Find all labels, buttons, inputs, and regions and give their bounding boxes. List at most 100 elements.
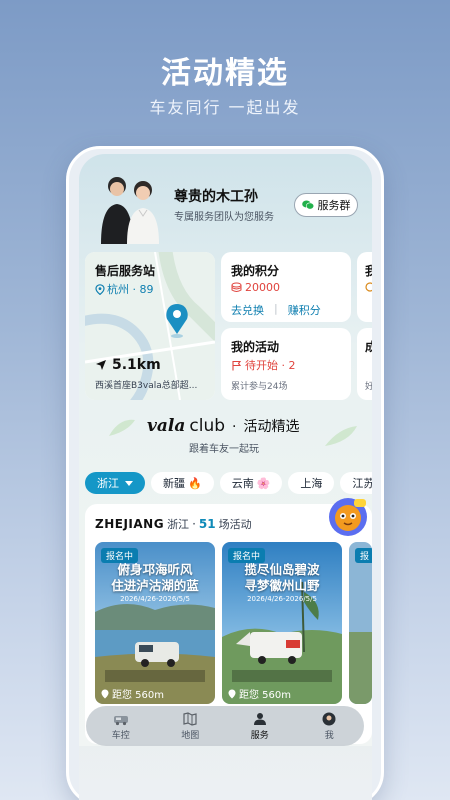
side-card-bottom-sub: 好 — [365, 382, 372, 392]
region-tab-yunnan[interactable]: 云南 🌸 — [219, 472, 283, 494]
region-chinese: 浙江 — [167, 518, 190, 531]
status-badge: 报名中 — [228, 548, 266, 563]
nav-label: 地图 — [181, 730, 200, 741]
mascot-floating-button[interactable] — [328, 497, 368, 537]
activity-unit: 场活动 — [218, 518, 252, 531]
club-subtitle: 跟着车友一起玩 — [189, 444, 259, 455]
region-tab-label: 新疆 — [163, 477, 185, 490]
earn-points-link[interactable]: 赚积分 — [288, 302, 321, 318]
activity-title-line: 住进泸沽湖的蓝 — [111, 578, 199, 593]
nav-tab-profile[interactable]: 我 — [299, 712, 359, 741]
region-tabs-viewport: 浙江 新疆 🔥 云南 🌸 上海 江苏 — [85, 472, 372, 498]
region-tab-xinjiang[interactable]: 新疆 🔥 — [151, 472, 214, 494]
activity-distance-text: 距您 560m — [239, 690, 292, 701]
nav-label: 车控 — [111, 730, 130, 741]
user-subtitle: 专属服务团队为您服务 — [174, 212, 274, 223]
activity-distance-text: 距您 560m — [112, 690, 165, 701]
bottom-fade — [79, 746, 372, 800]
service-station-card[interactable]: 售后服务站 杭州 · 89 5.1km 西溪首座B3vala总部超... — [85, 252, 215, 400]
user-name: 尊贵的木工孙 — [174, 189, 258, 205]
fire-icon: 🔥 — [188, 476, 202, 490]
club-banner: vala club · 活动精选 跟着车友一起玩 — [79, 410, 372, 460]
nav-label: 服务 — [250, 730, 269, 741]
station-address: 西溪首座B3vala总部超... — [95, 381, 198, 391]
location-pin-icon — [228, 689, 236, 698]
activities-status: 待开始 · 2 — [231, 357, 296, 373]
activity-title-line: 揽尽仙岛碧波 — [244, 562, 320, 577]
activity-title-line: 寻梦徽州山野 — [244, 578, 320, 593]
station-distance: 5.1km — [95, 357, 161, 373]
points-links: 去兑换 | 赚积分 — [231, 302, 321, 318]
club-section: 活动精选 — [243, 419, 300, 435]
club-title: vala club · 活动精选 — [147, 416, 299, 436]
region-tabs: 浙江 新疆 🔥 云南 🌸 上海 江苏 — [85, 472, 372, 494]
nav-tab-service[interactable]: 服务 — [230, 712, 290, 741]
profile-icon — [322, 712, 336, 725]
side-card-bottom-label: 成 — [365, 340, 372, 354]
region-tab-label: 上海 — [300, 477, 323, 490]
activities-title: 我的活动 — [231, 340, 280, 354]
service-group-button[interactable]: 服务群 — [294, 193, 358, 217]
flower-icon: 🌸 — [256, 476, 271, 490]
station-city: 杭州 · 89 — [95, 281, 154, 297]
points-title: 我的积分 — [231, 264, 280, 278]
activity-card[interactable]: 报名中 俯身邛海听风 住进泸沽湖的蓝 2026/4/26-2026/5/5 距您… — [95, 542, 215, 704]
bottom-navigation: 车控 地图 服务 我 — [86, 706, 364, 746]
header: 尊贵的木工孙 专属服务团队为您服务 服务群 — [79, 154, 372, 249]
region-tab-jiangsu[interactable]: 江苏 — [340, 472, 372, 494]
region-tab-shanghai[interactable]: 上海 — [288, 472, 335, 494]
leaf-decoration-icon — [109, 419, 135, 436]
points-value: 20000 — [231, 281, 280, 294]
service-group-label: 服务群 — [317, 199, 351, 212]
activities-footer: 累计参与24场 — [231, 382, 288, 392]
region-tab-zhejiang[interactable]: 浙江 — [85, 472, 145, 494]
service-team-avatar — [101, 177, 159, 244]
flag-icon — [232, 360, 242, 370]
activity-title-line: 俯身邛海听风 — [117, 562, 193, 577]
hero-title: 活动精选 — [161, 56, 289, 91]
activity-title: 俯身邛海听风 住进泸沽湖的蓝 — [95, 562, 215, 594]
location-pin-icon — [101, 689, 109, 698]
status-badge: 报 — [355, 548, 372, 563]
club-separator: · — [232, 419, 237, 435]
points-value-text: 20000 — [245, 281, 280, 294]
links-divider: | — [274, 302, 278, 315]
activities-status-text: 待开始 · 2 — [245, 359, 296, 372]
chevron-down-icon — [125, 480, 133, 486]
side-card-bottom[interactable]: 成 好 — [357, 328, 372, 400]
activity-card[interactable]: 报 — [349, 542, 372, 704]
header-dot: · — [192, 517, 196, 531]
nav-tab-vehicle-control[interactable]: 车控 — [91, 712, 151, 741]
medal-icon — [365, 282, 372, 292]
wechat-icon — [301, 200, 314, 210]
status-badge: 报名中 — [101, 548, 139, 563]
activity-photo-partial — [349, 542, 372, 704]
region-english: ZHEJIANG — [95, 517, 165, 531]
service-icon — [253, 712, 266, 725]
coin-stack-icon — [231, 282, 242, 292]
region-tab-label: 江苏 — [352, 477, 372, 490]
map-icon — [183, 711, 197, 726]
exchange-points-link[interactable]: 去兑换 — [231, 302, 264, 318]
side-card-top[interactable]: 我 — [357, 252, 372, 322]
club-brand: vala — [147, 416, 186, 436]
activity-date: 2026/4/26-2026/5/5 — [120, 595, 190, 603]
nav-tab-map[interactable]: 地图 — [160, 711, 220, 741]
club-word: club — [189, 416, 226, 436]
my-points-card[interactable]: 我的积分 20000 去兑换 | 赚积分 — [221, 252, 351, 322]
region-tab-label: 浙江 — [97, 477, 119, 490]
activity-date: 2026/4/26-2026/5/5 — [247, 595, 317, 603]
activity-distance: 距您 560m — [228, 686, 291, 701]
navigation-arrow-icon — [96, 360, 106, 370]
activity-count: 51 — [198, 517, 216, 531]
activities-panel-header: ZHEJIANG 浙江 · 51 场活动 — [95, 516, 252, 532]
station-title: 售后服务站 — [95, 264, 156, 278]
station-distance-value: 5.1km — [112, 357, 161, 373]
location-pin-icon — [95, 283, 105, 295]
activity-card[interactable]: 报名中 揽尽仙岛碧波 寻梦徽州山野 2026/4/26-2026/5/5 距您 … — [222, 542, 342, 704]
my-activities-card[interactable]: 我的活动 待开始 · 2 累计参与24场 — [221, 328, 351, 400]
car-icon — [113, 715, 128, 725]
station-city-label: 杭州 · 89 — [107, 283, 154, 296]
nav-label: 我 — [324, 730, 334, 741]
activity-distance: 距您 560m — [101, 686, 164, 701]
